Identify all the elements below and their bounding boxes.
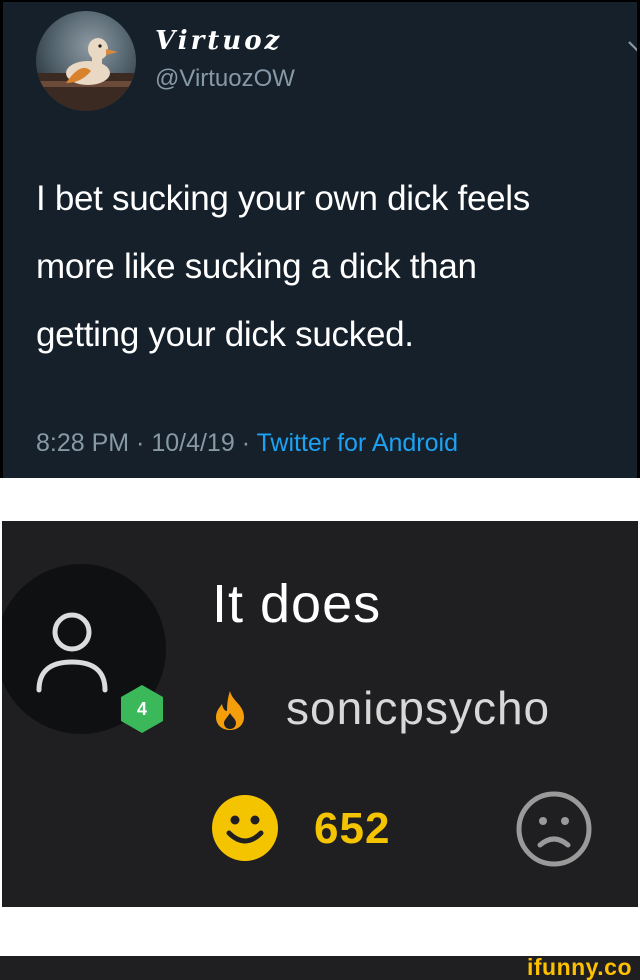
tweet-text-line: getting your dick sucked.: [36, 315, 414, 354]
tweet-time: 8:28 PM: [36, 429, 130, 457]
tweet-card: Virtuoz @VirtuozOW I bet sucking your ow…: [0, 0, 640, 478]
smile-icon[interactable]: [210, 793, 280, 863]
sad-face-icon[interactable]: [514, 789, 594, 869]
tweet-source-link[interactable]: Twitter for Android: [257, 429, 458, 457]
profile-avatar[interactable]: [36, 11, 136, 111]
tweet-meta: 8:28 PM · 10/4/19 · Twitter for Android: [36, 429, 458, 458]
tweet-text: I bet sucking your own dick feels more l…: [36, 165, 637, 369]
level-badge: 4: [118, 683, 166, 735]
flame-icon: [216, 691, 244, 730]
duck-photo-icon: [36, 38, 136, 111]
meta-separator: ·: [234, 429, 257, 457]
tweet-text-line: more like sucking a dick than: [36, 247, 477, 286]
meta-separator: ·: [129, 429, 152, 457]
brand-watermark: ifunny.co: [526, 954, 632, 980]
display-name[interactable]: Virtuoz: [155, 26, 282, 56]
tweet-text-line: I bet sucking your own dick feels: [36, 179, 530, 218]
comment-card: 4 It does sonicpsycho 652: [2, 521, 638, 907]
chevron-down-icon[interactable]: [625, 36, 640, 56]
smile-count: 652: [314, 804, 391, 853]
comment-username[interactable]: sonicpsycho: [286, 681, 550, 735]
footer-bar: ifunny.co: [0, 954, 640, 980]
user-handle[interactable]: @VirtuozOW: [155, 65, 295, 93]
tweet-date: 10/4/19: [151, 429, 235, 457]
level-number: 4: [136, 699, 147, 719]
comment-text: It does: [212, 574, 382, 634]
